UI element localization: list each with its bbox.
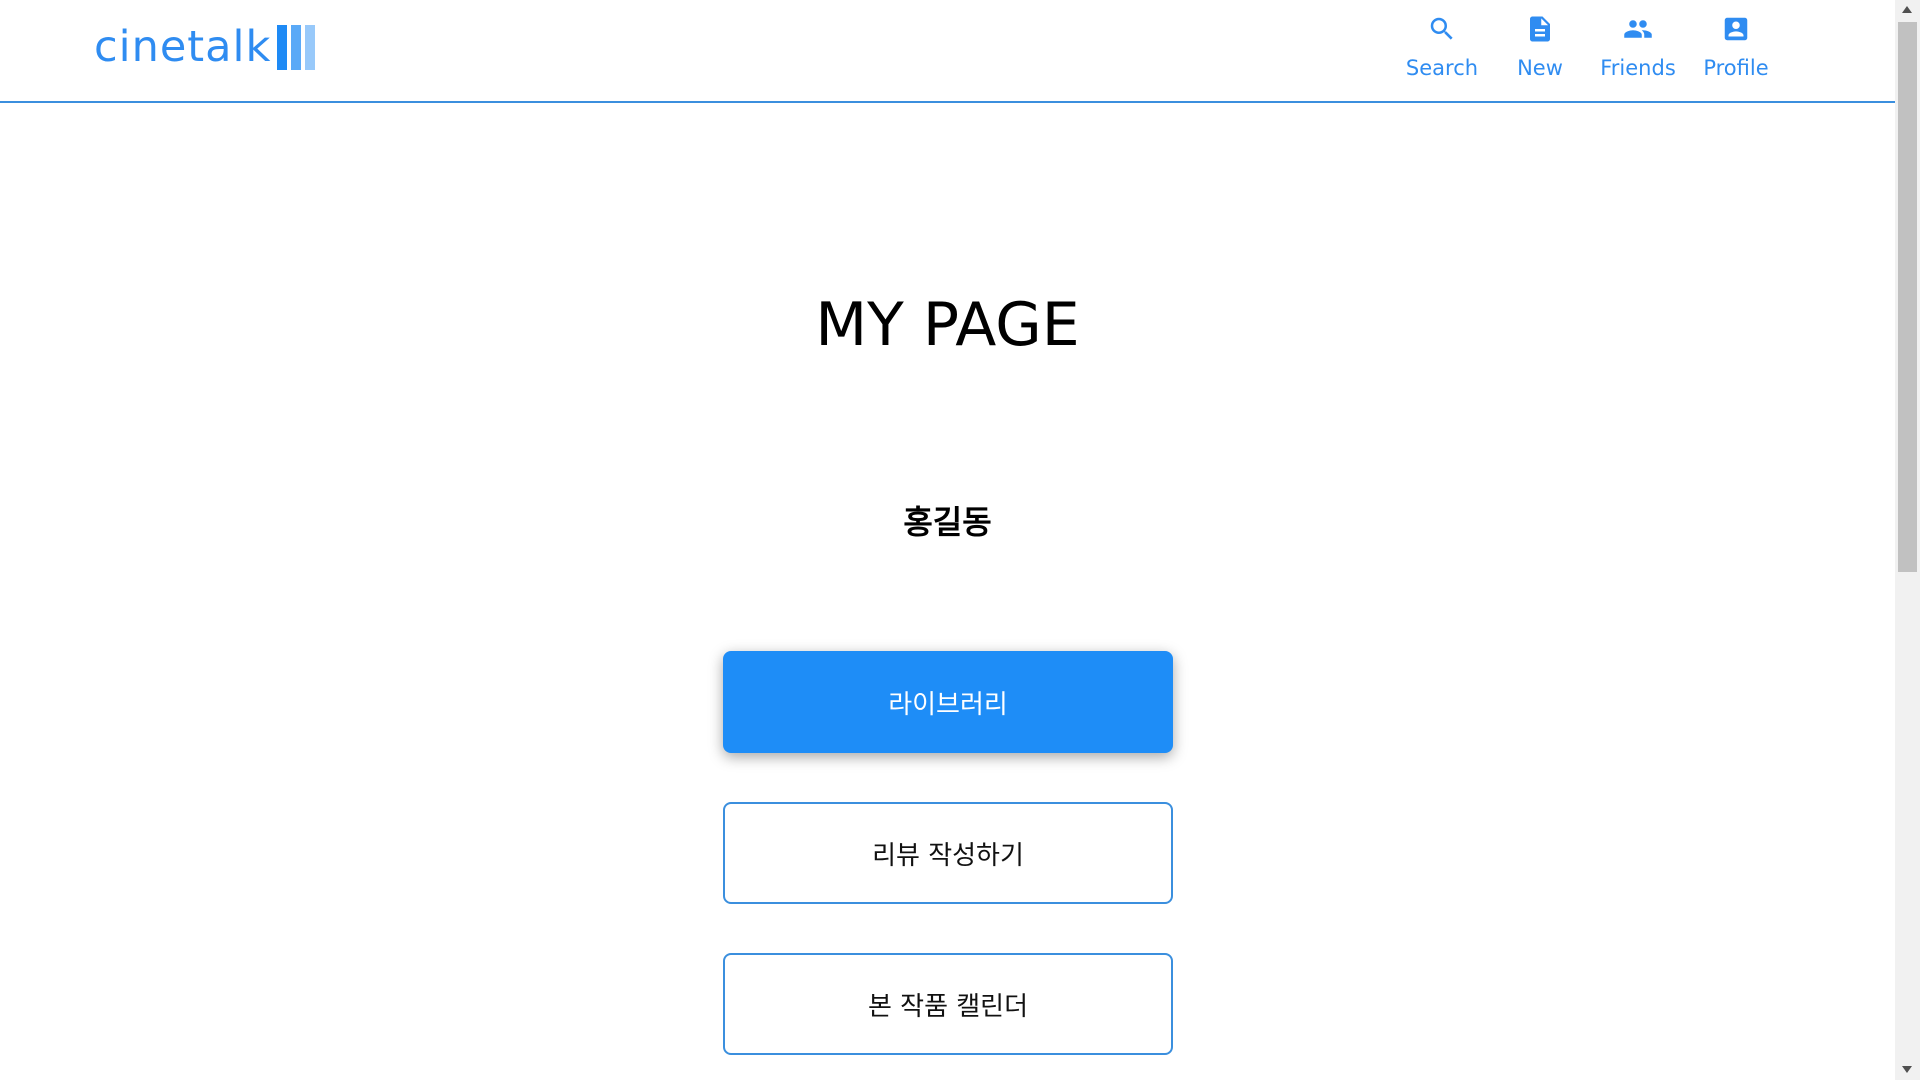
logo[interactable]: cinetalk	[94, 22, 316, 72]
page-title: MY PAGE	[815, 290, 1080, 360]
document-icon	[1530, 16, 1550, 42]
nav-search[interactable]: Search	[1393, 10, 1491, 80]
write-review-button-label: 리뷰 작성하기	[872, 840, 1024, 871]
nav-profile-label: Profile	[1703, 56, 1769, 80]
people-icon	[1624, 20, 1652, 38]
watched-calendar-button-label: 본 작품 캘린더	[867, 991, 1029, 1022]
nav-new-label: New	[1517, 56, 1563, 80]
watched-calendar-button[interactable]: 본 작품 캘린더	[723, 953, 1173, 1055]
logo-text: cinetalk	[94, 22, 272, 72]
vertical-scrollbar[interactable]	[1895, 0, 1920, 1080]
nav-friends[interactable]: Friends	[1589, 10, 1687, 80]
page: cinetalk Search New Friends Profile MY P…	[0, 0, 1895, 1080]
account-box-icon	[1724, 17, 1748, 41]
scroll-down-arrow-icon[interactable]	[1902, 1066, 1912, 1073]
nav-search-label: Search	[1405, 56, 1479, 80]
write-review-button[interactable]: 리뷰 작성하기	[723, 802, 1173, 904]
search-icon	[1430, 17, 1453, 40]
nav-profile[interactable]: Profile	[1687, 10, 1785, 80]
main-nav: Search New Friends Profile	[1393, 10, 1785, 80]
logo-bars-icon	[277, 24, 316, 70]
top-header: cinetalk Search New Friends Profile	[0, 0, 1895, 103]
library-button-label: 라이브러리	[888, 689, 1008, 720]
scroll-up-arrow-icon[interactable]	[1902, 6, 1912, 13]
nav-new[interactable]: New	[1491, 10, 1589, 80]
nav-friends-label: Friends	[1600, 56, 1676, 80]
library-button[interactable]: 라이브러리	[723, 651, 1173, 753]
scrollbar-thumb[interactable]	[1898, 22, 1917, 572]
user-name: 홍길동	[903, 503, 992, 541]
